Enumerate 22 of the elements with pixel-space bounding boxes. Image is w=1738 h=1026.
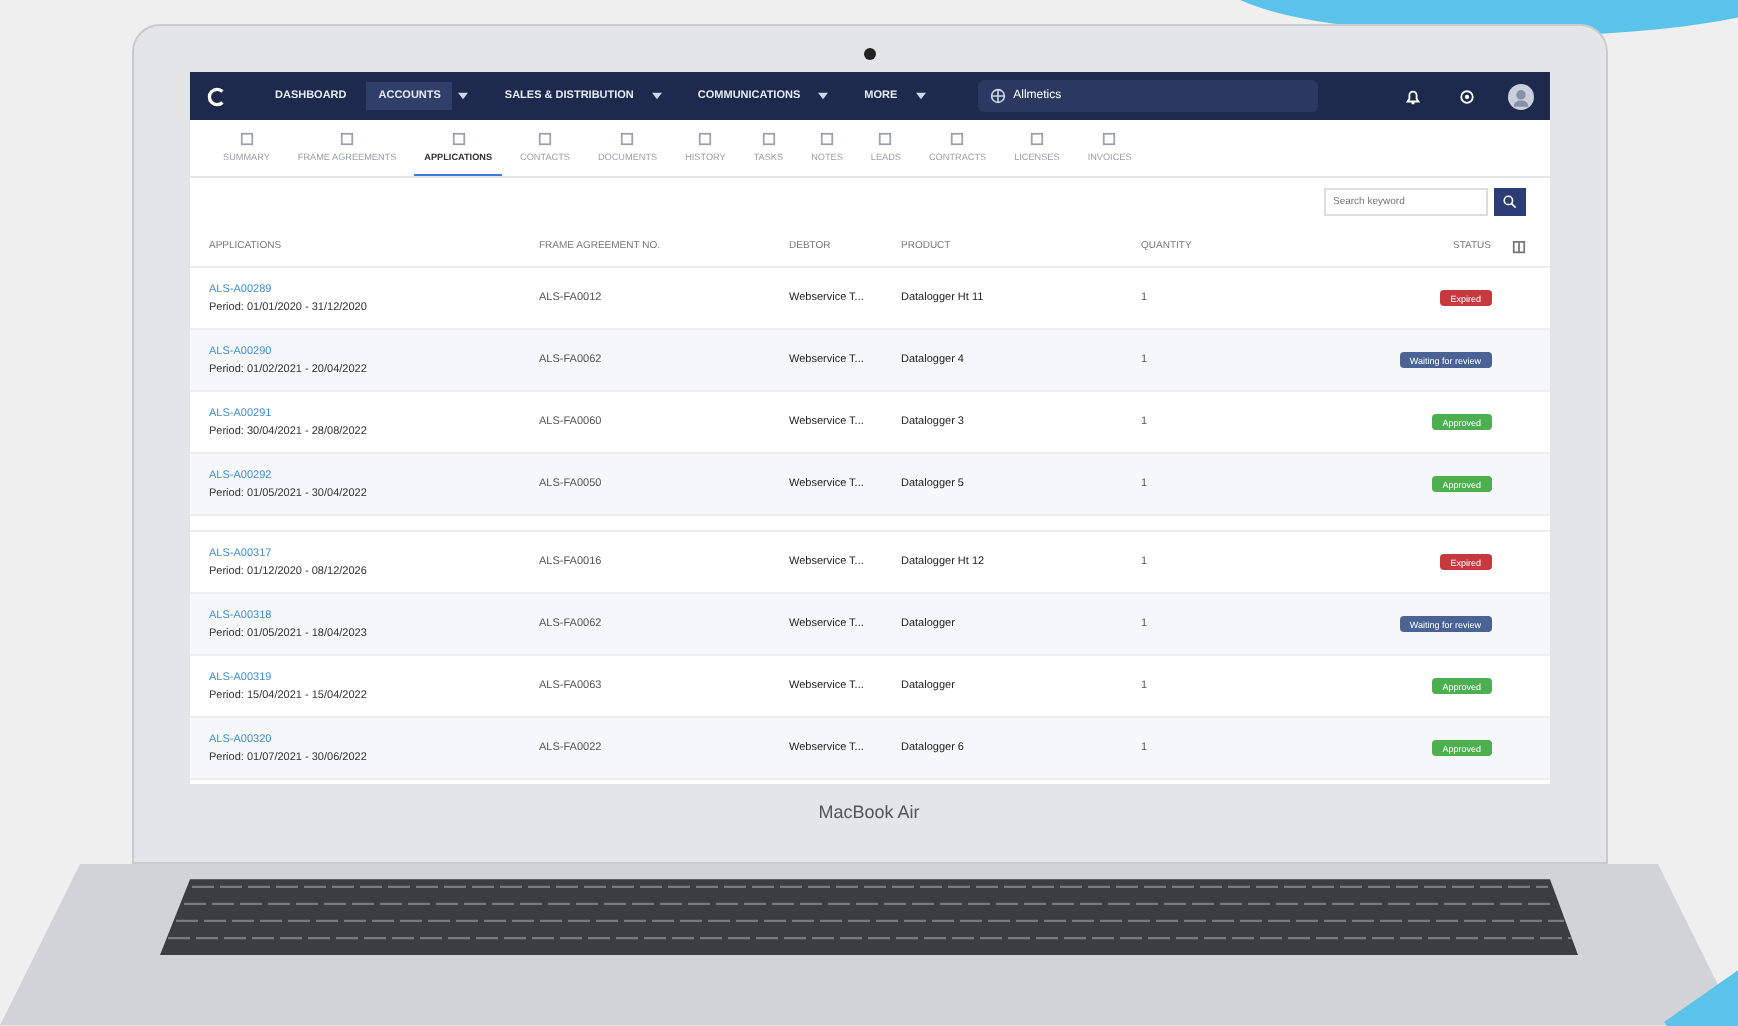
globe-icon	[989, 88, 1006, 104]
columns-icon[interactable]	[1511, 239, 1525, 253]
square-icon	[950, 132, 965, 146]
square-icon	[761, 132, 776, 146]
camera-icon	[863, 48, 875, 60]
bell-icon[interactable]	[1403, 87, 1421, 105]
square-icon	[1029, 132, 1044, 146]
square-icon	[538, 132, 552, 146]
square-icon	[620, 132, 635, 146]
settings-icon[interactable]	[1457, 87, 1475, 105]
square-icon	[451, 132, 466, 146]
square-icon	[698, 132, 713, 146]
square-icon	[340, 132, 355, 146]
square-icon	[878, 132, 893, 146]
square-icon	[239, 132, 254, 146]
search-button[interactable]	[1493, 188, 1525, 216]
search-icon	[1501, 194, 1517, 210]
square-icon	[819, 132, 834, 146]
avatar-icon[interactable]	[1507, 83, 1533, 109]
square-icon	[1102, 132, 1117, 146]
logo-icon	[205, 85, 227, 107]
laptop-brand-label: MacBook Air	[818, 802, 920, 822]
